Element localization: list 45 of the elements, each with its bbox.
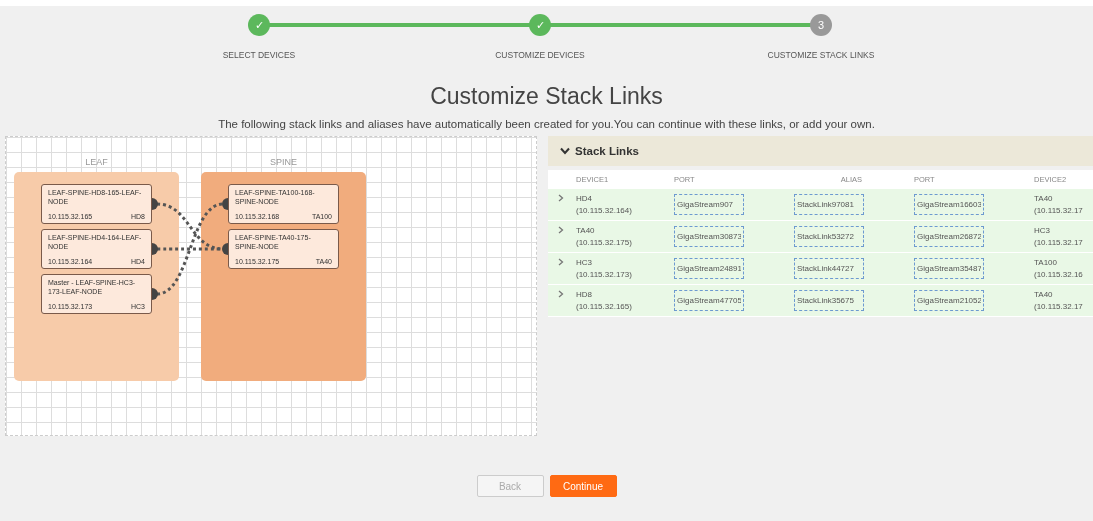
step-marker: 3 [810, 14, 832, 36]
page-title: Customize Stack Links [430, 83, 663, 110]
port-field[interactable]: GigaStream907 [674, 194, 744, 215]
port-field[interactable]: GigaStream21052 [914, 290, 984, 311]
chevron-icon [560, 147, 570, 155]
device-name: TA40 [1034, 192, 1053, 205]
device-name: HC3 [576, 256, 592, 269]
chevron-icon[interactable] [558, 290, 564, 298]
device-ip: (10.115.32.165) [576, 300, 632, 313]
device-name: HD8 [576, 288, 592, 301]
port-field[interactable]: GigaStream47705 [674, 290, 744, 311]
port-field[interactable]: GigaStream16603 [914, 194, 984, 215]
device-ip: (10.115.32.173) [576, 268, 632, 281]
step-marker: ✓ [248, 14, 270, 36]
device-ip: (10.115.32.17 [1034, 204, 1083, 217]
device-name: HD4 [576, 192, 592, 205]
port-field[interactable]: GigaStream26872 [914, 226, 984, 247]
device-name: HC3 [1034, 224, 1050, 237]
section-title: Stack Links [575, 145, 639, 157]
device-name: TA40 [576, 224, 595, 237]
port-field[interactable]: GigaStream24891 [674, 258, 744, 279]
port-field[interactable]: GigaStream30873 [674, 226, 744, 247]
device-ip: (10.115.32.17 [1034, 236, 1083, 249]
alias-field[interactable]: StackLink97081 [794, 194, 864, 215]
device-ip: (10.115.32.175) [576, 236, 632, 249]
device-name: TA40 [1034, 288, 1053, 301]
alias-field[interactable]: StackLink35675 [794, 290, 864, 311]
step-label: SELECT DEVICES [222, 50, 296, 60]
chevron-icon[interactable] [558, 258, 564, 266]
device-ip: (10.115.32.164) [576, 204, 632, 217]
chevron-icon[interactable] [558, 226, 564, 234]
page-subtitle: The following stack links and aliases have automatically been created for you.You can continue with these links, or add your own. [218, 118, 875, 130]
alias-field[interactable]: StackLink44727 [794, 258, 864, 279]
device-name: TA100 [1034, 256, 1057, 269]
step-marker: ✓ [529, 14, 551, 36]
group-label: LEAF [85, 157, 108, 169]
device-ip: (10.115.32.16 [1034, 268, 1083, 281]
step-label: CUSTOMIZE DEVICES [495, 50, 585, 60]
port-field[interactable]: GigaStream35487 [914, 258, 984, 279]
section-header[interactable]: Stack Links [548, 136, 1093, 166]
alias-field[interactable]: StackLink53272 [794, 226, 864, 247]
step-label: CUSTOMIZE STACK LINKS [767, 50, 875, 60]
chevron-icon[interactable] [558, 194, 564, 202]
group-label: SPINE [270, 157, 297, 169]
device-ip: (10.115.32.17 [1034, 300, 1083, 313]
